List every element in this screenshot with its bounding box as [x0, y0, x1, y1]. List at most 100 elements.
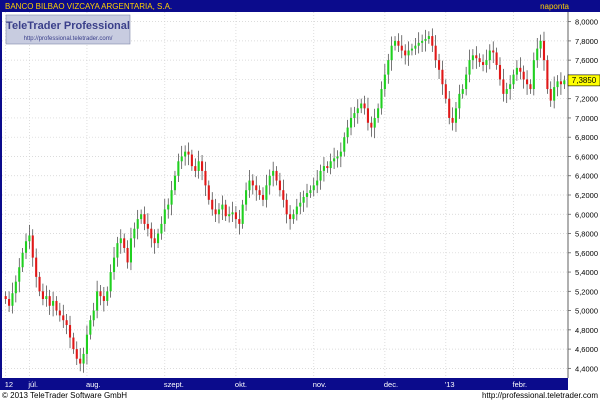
candle-body [126, 247, 129, 263]
candle-body [190, 154, 193, 167]
x-tick-label: okt. [235, 380, 247, 389]
candle-body [231, 212, 234, 215]
candle-body [509, 84, 512, 90]
y-tick-label: 4,8000 [575, 326, 598, 335]
candle-body [177, 161, 180, 176]
y-tick-label: 5,2000 [575, 287, 598, 296]
candle-body [201, 161, 204, 171]
candle-body [272, 170, 275, 176]
watermark-brand: TeleTrader Professional [6, 20, 130, 32]
candle-body [265, 185, 268, 200]
candle-body [329, 161, 332, 169]
candle-body [133, 228, 136, 239]
footer-copyright: © 2013 TeleTrader Software GmbH [2, 391, 127, 400]
candle-body [89, 320, 92, 335]
candle-body [18, 267, 21, 282]
candle-body [529, 84, 532, 90]
candle-body [539, 40, 542, 49]
candle-body [417, 42, 420, 46]
candle-body [85, 334, 88, 354]
candle-body [14, 281, 17, 294]
candle-body [292, 214, 295, 220]
x-tick-label: márc. [580, 380, 599, 389]
candle-body [224, 204, 227, 217]
candle-body [492, 50, 495, 53]
y-tick-label: 5,8000 [575, 230, 598, 239]
candle-body [458, 93, 461, 109]
candle-body [441, 69, 444, 85]
candle-body [387, 60, 390, 75]
candle-body [24, 241, 28, 253]
candle-body [407, 50, 410, 56]
candle-body [238, 219, 241, 224]
candle-body [173, 175, 177, 191]
candle-body [295, 206, 298, 215]
candle-body [140, 214, 143, 220]
candle-body [461, 89, 464, 94]
candle-body [475, 55, 478, 59]
candle-body [454, 108, 458, 123]
candle-body [339, 151, 342, 157]
candle-body [299, 202, 302, 207]
x-tick-label: dec. [384, 380, 398, 389]
candle-body [349, 117, 353, 128]
x-tick-label: febr. [513, 380, 528, 389]
candle-body [123, 238, 126, 248]
candle-body [519, 67, 522, 72]
x-tick-label: 12 [5, 380, 13, 389]
candle-body [526, 79, 529, 85]
candle-body [4, 296, 7, 300]
candle-body [31, 235, 34, 258]
candle-body [150, 228, 153, 239]
y-tick-label: 6,6000 [575, 152, 598, 161]
y-tick-label: 8,0000 [575, 18, 598, 27]
candle-body [228, 214, 231, 217]
candle-body [11, 293, 14, 306]
candle-body [373, 117, 376, 128]
candle-body [326, 166, 329, 169]
candle-body [563, 80, 566, 85]
candle-body [400, 45, 403, 51]
candle-body [421, 40, 424, 43]
candle-body [160, 223, 163, 234]
y-tick-label: 7,6000 [575, 56, 598, 65]
candle-body [485, 60, 488, 65]
candle-body [437, 60, 441, 70]
candle-body [336, 156, 339, 159]
chart-page: 8,00007,80007,60007,40007,20007,00006,80… [0, 0, 600, 400]
chart-title: BANCO BILBAO VIZCAYA ARGENTARIA, S.A. [5, 2, 172, 11]
candle-body [546, 60, 549, 90]
candle-body [377, 108, 380, 118]
x-tick-label: nov. [313, 380, 327, 389]
candle-body [68, 325, 72, 338]
candle-body [370, 122, 373, 128]
x-tick-label: júl. [27, 380, 38, 389]
y-tick-label: 7,0000 [575, 114, 598, 123]
candle-body [515, 67, 518, 75]
y-tick-label: 5,6000 [575, 249, 598, 258]
y-tick-label: 5,0000 [575, 307, 598, 316]
candle-body [275, 170, 278, 181]
candle-body [204, 170, 207, 186]
candle-body [278, 180, 281, 191]
candle-body [251, 180, 254, 186]
candle-body [156, 233, 160, 244]
candle-body [146, 223, 149, 229]
y-tick-label: 4,6000 [575, 345, 598, 354]
x-tick-label: aug. [86, 380, 101, 389]
candle-body [505, 89, 508, 94]
candle-body [45, 296, 48, 300]
candle-body [170, 190, 173, 205]
candle-body [79, 358, 82, 364]
candle-body [434, 45, 437, 61]
candle-body [427, 36, 430, 39]
candle-body [96, 291, 99, 311]
candle-body [542, 40, 546, 61]
candle-body [221, 204, 224, 210]
candle-body [289, 214, 292, 220]
candle-body [424, 38, 427, 41]
candle-body [106, 291, 109, 301]
candle-body [356, 108, 359, 114]
candle-body [522, 71, 525, 80]
candle-body [319, 170, 322, 181]
